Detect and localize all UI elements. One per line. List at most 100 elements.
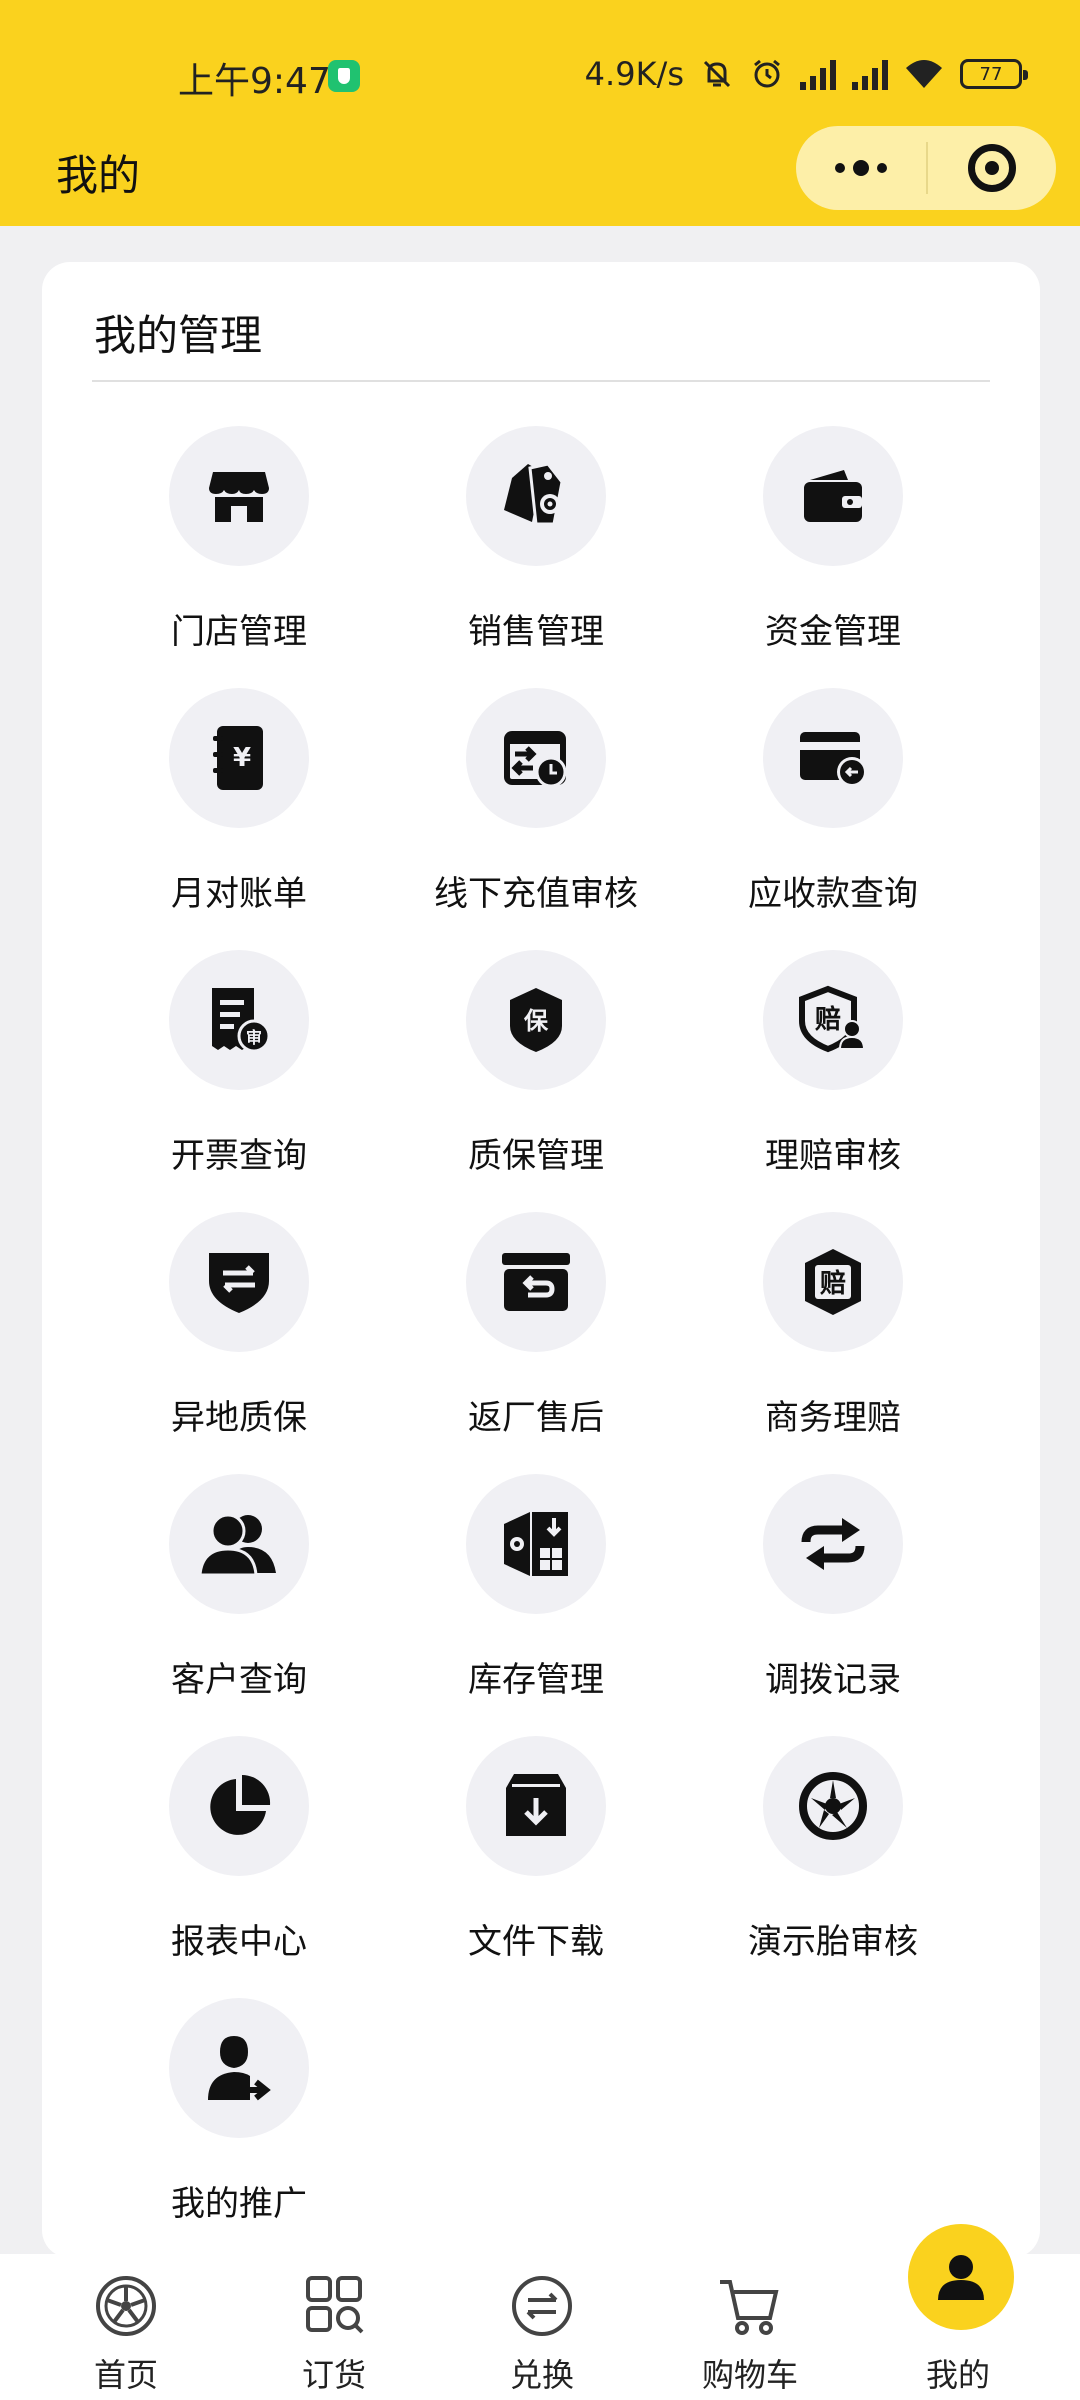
- menu-item-remote-warranty[interactable]: 异地质保: [89, 1212, 389, 1442]
- menu-item-transfer-records[interactable]: 调拨记录: [683, 1474, 983, 1704]
- download-box-icon: [506, 1774, 566, 1836]
- menu-item-label: 库存管理: [468, 1660, 604, 1700]
- tab-label: 购物车: [701, 2356, 798, 2394]
- menu-item-file-download[interactable]: 文件下载: [386, 1736, 686, 1966]
- svg-text:赔: 赔: [820, 1269, 846, 1299]
- menu-item-invoice[interactable]: 审 开票查询: [89, 950, 389, 1180]
- status-bar: 上午9:47 4.9K/s 77: [0, 40, 1080, 110]
- menu-item-warranty[interactable]: 保 质保管理: [386, 950, 686, 1180]
- menu-item-label: 商务理赔: [765, 1398, 901, 1438]
- menu-item-store[interactable]: 门店管理: [89, 426, 389, 656]
- svg-text:审: 审: [246, 1028, 262, 1047]
- svg-text:赔: 赔: [815, 1005, 841, 1035]
- wifi-icon: [906, 60, 942, 88]
- warranty-shield-icon: 保: [510, 988, 562, 1052]
- exchange-icon: [512, 2276, 572, 2336]
- menu-item-reports[interactable]: 报表中心: [89, 1736, 389, 1966]
- menu-item-label: 报表中心: [171, 1922, 307, 1962]
- active-tab-bubble: [908, 2224, 1014, 2330]
- menu-item-label: 异地质保: [171, 1398, 307, 1438]
- menu-item-label: 返厂售后: [468, 1398, 604, 1438]
- menu-item-label: 门店管理: [171, 612, 307, 652]
- status-time: 上午9:47: [178, 61, 331, 102]
- menu-item-funds[interactable]: 资金管理: [683, 426, 983, 656]
- tab-label: 订货: [301, 2356, 366, 2394]
- menu-item-label: 应收款查询: [748, 874, 918, 914]
- return-box-icon: [502, 1253, 570, 1311]
- pie-chart-icon: [210, 1774, 271, 1835]
- battery-level: 77: [979, 63, 1003, 85]
- menu-item-label: 文件下载: [468, 1922, 604, 1962]
- order-grid-icon: [306, 2276, 364, 2334]
- user-share-icon: [208, 2036, 271, 2101]
- menu-item-label: 开票查询: [171, 1136, 307, 1176]
- transfer-shield-icon: [209, 1253, 269, 1313]
- signal-strength-icon: [800, 58, 836, 90]
- tab-label: 兑换: [509, 2356, 574, 2394]
- management-card: 我的管理 门店管理 销售管理 资金管理 ¥ 月对账单 线下充值审核 应收款查询 …: [42, 262, 1040, 2258]
- menu-item-label: 线下充值审核: [434, 874, 638, 914]
- bottom-tab-bar: 首页 订货 兑换 购物车 我的: [0, 2224, 1080, 2400]
- menu-item-inventory[interactable]: 库存管理: [386, 1474, 686, 1704]
- claim-review-icon: 赔: [799, 985, 866, 1053]
- claim-badge-icon: 赔: [805, 1249, 861, 1315]
- close-mini-program-button[interactable]: [928, 126, 1056, 210]
- card-divider: [92, 380, 990, 382]
- menu-item-business-claim[interactable]: 赔 商务理赔: [683, 1212, 983, 1442]
- alarm-clock-icon: [754, 59, 780, 88]
- menu-item-label: 演示胎审核: [748, 1922, 918, 1962]
- menu-item-sales[interactable]: 销售管理: [386, 426, 686, 656]
- store-icon: [209, 472, 269, 522]
- menu-item-label: 客户查询: [171, 1660, 307, 1700]
- receivable-card-icon: [800, 732, 867, 787]
- tab-exchange[interactable]: 兑换: [438, 2254, 646, 2400]
- security-shield-icon: [328, 60, 360, 92]
- network-speed: 4.9K/s: [584, 55, 684, 93]
- menu-item-monthly-statement[interactable]: ¥ 月对账单: [89, 688, 389, 918]
- swap-arrows-icon: [801, 1518, 865, 1570]
- menu-item-receivables[interactable]: 应收款查询: [683, 688, 983, 918]
- invoice-icon: 审: [212, 988, 271, 1053]
- tab-order[interactable]: 订货: [230, 2254, 438, 2400]
- menu-item-claim-review[interactable]: 赔 理赔审核: [683, 950, 983, 1180]
- ledger-book-icon: ¥: [213, 726, 263, 790]
- target-circle-icon: [968, 144, 1016, 192]
- menu-item-label: 调拨记录: [765, 1660, 901, 1700]
- more-menu-button[interactable]: [796, 126, 926, 210]
- price-tag-icon: [504, 462, 564, 526]
- page-title: 我的: [56, 151, 141, 200]
- menu-item-label: 我的推广: [171, 2184, 307, 2224]
- cart-icon: [720, 2280, 779, 2335]
- tab-label: 首页: [93, 2356, 158, 2394]
- tire-wheel-icon: [799, 1772, 867, 1840]
- menu-item-label: 月对账单: [171, 874, 307, 914]
- recharge-review-icon: [504, 731, 567, 788]
- battery-icon: 77: [960, 59, 1028, 89]
- menu-item-my-promotion[interactable]: 我的推广: [89, 1998, 389, 2228]
- top-bar: 上午9:47 4.9K/s 77 我的: [0, 0, 1080, 226]
- profile-icon: [938, 2255, 984, 2300]
- svg-text:¥: ¥: [233, 743, 251, 773]
- card-title: 我的管理: [94, 311, 263, 360]
- tab-cart[interactable]: 购物车: [646, 2254, 854, 2400]
- menu-item-label: 销售管理: [468, 612, 604, 652]
- wallet-icon: [804, 470, 862, 522]
- menu-item-customer-search[interactable]: 客户查询: [89, 1474, 389, 1704]
- svg-text:保: 保: [523, 1007, 549, 1035]
- tab-label: 我的: [925, 2356, 990, 2394]
- mini-program-capsule: [796, 126, 1056, 210]
- menu-item-offline-recharge-review[interactable]: 线下充值审核: [386, 688, 686, 918]
- home-wheel-icon: [96, 2276, 156, 2336]
- menu-item-demo-tire-review[interactable]: 演示胎审核: [683, 1736, 983, 1966]
- menu-item-label: 理赔审核: [765, 1136, 901, 1176]
- status-indicators: 4.9K/s 77: [584, 52, 1028, 96]
- menu-item-label: 资金管理: [765, 612, 901, 652]
- menu-item-label: 质保管理: [468, 1136, 604, 1176]
- menu-item-factory-return[interactable]: 返厂售后: [386, 1212, 686, 1442]
- customers-icon: [198, 1513, 276, 1577]
- signal-strength-icon-2: [852, 58, 888, 90]
- tab-home[interactable]: 首页: [22, 2254, 230, 2400]
- mute-bell-icon: [703, 60, 731, 88]
- tab-profile[interactable]: 我的: [854, 2224, 1062, 2400]
- inventory-icon: [504, 1512, 568, 1576]
